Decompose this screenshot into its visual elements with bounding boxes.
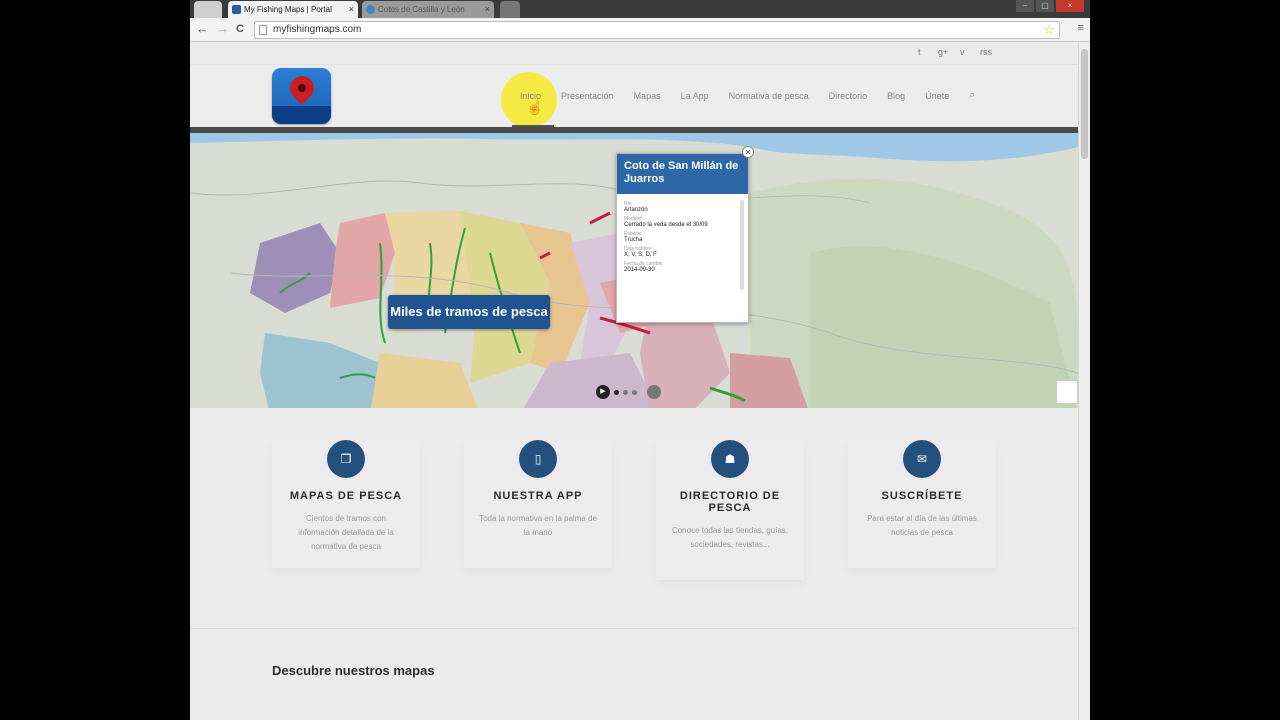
nav-item-mapas[interactable]: Mapas xyxy=(634,91,661,102)
popup-close-icon[interactable]: × xyxy=(742,146,754,158)
site-header: Inicio Presentación Mapas La App Normati… xyxy=(190,65,1078,128)
tab-close-icon[interactable]: × xyxy=(485,1,490,18)
field-value: Arlanzón xyxy=(624,207,648,213)
popup-title: Coto de San Millán de Juarros xyxy=(617,154,748,194)
feature-directorio: ☗ DIRECTORIO DE PESCA Conoce todas las t… xyxy=(656,440,804,580)
search-icon[interactable]: ⌕ xyxy=(969,89,975,102)
new-tab-button[interactable] xyxy=(500,1,520,18)
nav-item-la-app[interactable]: La App xyxy=(681,91,709,102)
vimeo-icon[interactable]: v xyxy=(960,47,965,57)
page-icon xyxy=(259,25,267,35)
feature-description: Cientos de tramos con información detall… xyxy=(298,514,394,551)
map-legend xyxy=(1056,380,1078,404)
page-scrollbar[interactable] xyxy=(1078,43,1090,720)
next-slide-button[interactable] xyxy=(647,385,661,399)
mail-icon[interactable]: ✉ xyxy=(903,440,941,478)
field-value: 2014-09-30 xyxy=(624,267,655,273)
users-icon[interactable]: ☗ xyxy=(711,440,749,478)
site-favicon-icon xyxy=(232,5,241,14)
forward-arrow-icon[interactable]: → xyxy=(216,21,229,36)
google-plus-icon[interactable]: g+ xyxy=(938,47,948,57)
map-book-icon[interactable]: ❐ xyxy=(327,440,365,478)
tab-home[interactable] xyxy=(194,1,222,18)
feature-app: ▯ NUESTRA APP Toda la normativa en la pa… xyxy=(464,440,612,568)
social-bar: t g+ v rss xyxy=(190,43,1078,65)
popup-body: Rio Arlanzón Modalid. Cerrado la veda de… xyxy=(617,194,748,277)
hero-map-slider[interactable]: Coto de San Millán de Juarros × Rio Arla… xyxy=(190,127,1078,408)
twitter-icon[interactable]: t xyxy=(918,47,921,57)
section-divider xyxy=(190,628,1078,629)
web-page: t g+ v rss Inicio Presentación Mapas La … xyxy=(190,43,1078,720)
phone-icon[interactable]: ▯ xyxy=(519,440,557,478)
nav-item-presentacion[interactable]: Presentación xyxy=(561,91,614,102)
nav-item-blog[interactable]: Blog xyxy=(887,91,905,102)
tab-cotos[interactable]: Cotos de Castilla y León × xyxy=(362,1,494,18)
feature-description: Toda la normativa en la palma de la mano xyxy=(479,514,597,537)
field-value: X, V, S, D, F xyxy=(624,252,657,258)
feature-title: SUSCRÍBETE xyxy=(881,490,963,502)
section-title: Descubre nuestros mapas xyxy=(272,663,435,678)
slider-controls: ▶ xyxy=(596,385,661,399)
browser-toolbar: ← → C myfishingmaps.com ☆ ≡ xyxy=(190,18,1090,42)
window-close-icon[interactable]: × xyxy=(1056,0,1084,12)
back-arrow-icon[interactable]: ← xyxy=(196,21,209,36)
url-text: myfishingmaps.com xyxy=(273,24,362,35)
window-controls: – ▢ × xyxy=(1016,0,1084,14)
minimize-icon[interactable]: – xyxy=(1016,0,1034,12)
nav-item-normativa[interactable]: Normativa de pesca xyxy=(729,91,809,102)
slide-dot[interactable] xyxy=(623,389,628,395)
main-nav: Inicio Presentación Mapas La App Normati… xyxy=(520,89,995,102)
reload-icon[interactable]: C xyxy=(236,23,244,35)
tab-my-fishing-maps[interactable]: My Fishing Maps | Portal × xyxy=(228,1,358,18)
browser-menu-icon[interactable]: ≡ xyxy=(1078,22,1084,34)
feature-title: NUESTRA APP xyxy=(493,490,583,502)
address-bar[interactable]: myfishingmaps.com ☆ xyxy=(254,21,1060,39)
popup-scrollbar[interactable] xyxy=(740,200,744,290)
nav-item-directorio[interactable]: Directorio xyxy=(829,91,868,102)
feature-title: MAPAS DE PESCA xyxy=(289,490,403,502)
hand-cursor-icon: ☝ xyxy=(526,99,544,115)
map-info-popup: Coto de San Millán de Juarros × Rio Arla… xyxy=(616,146,754,323)
feature-title: DIRECTORIO DE PESCA xyxy=(679,490,781,514)
globe-favicon-icon xyxy=(366,5,375,14)
feature-description: Para estar al día de las últimas noticia… xyxy=(867,514,977,537)
maximize-icon[interactable]: ▢ xyxy=(1036,0,1054,12)
nav-item-unete[interactable]: Únete xyxy=(925,91,949,102)
tab-strip: My Fishing Maps | Portal × Cotos de Cast… xyxy=(190,0,1090,18)
feature-suscribete: ✉ SUSCRÍBETE Para estar al día de las úl… xyxy=(848,440,996,568)
tab-title: Cotos de Castilla y León xyxy=(378,5,465,14)
slide-dot[interactable] xyxy=(632,389,637,395)
feature-description: Conoce todas las tiendas, guías, socieda… xyxy=(671,526,789,549)
field-value: Trucha xyxy=(624,237,643,243)
feature-mapas: ❐ MAPAS DE PESCA Cientos de tramos con i… xyxy=(272,440,420,568)
site-logo[interactable] xyxy=(272,68,331,124)
slide-dot[interactable] xyxy=(614,389,619,395)
field-value: Cerrado la veda desde el 30/09 xyxy=(624,222,708,228)
slider-caption: Miles de tramos de pesca xyxy=(388,295,550,329)
browser-window: My Fishing Maps | Portal × Cotos de Cast… xyxy=(190,0,1090,720)
scrollbar-thumb[interactable] xyxy=(1081,49,1088,159)
play-icon[interactable]: ▶ xyxy=(596,385,610,399)
tab-close-icon[interactable]: × xyxy=(349,1,354,18)
rss-icon[interactable]: rss xyxy=(980,47,992,57)
tab-title: My Fishing Maps | Portal xyxy=(244,5,332,14)
bookmark-star-icon[interactable]: ☆ xyxy=(1043,22,1055,38)
